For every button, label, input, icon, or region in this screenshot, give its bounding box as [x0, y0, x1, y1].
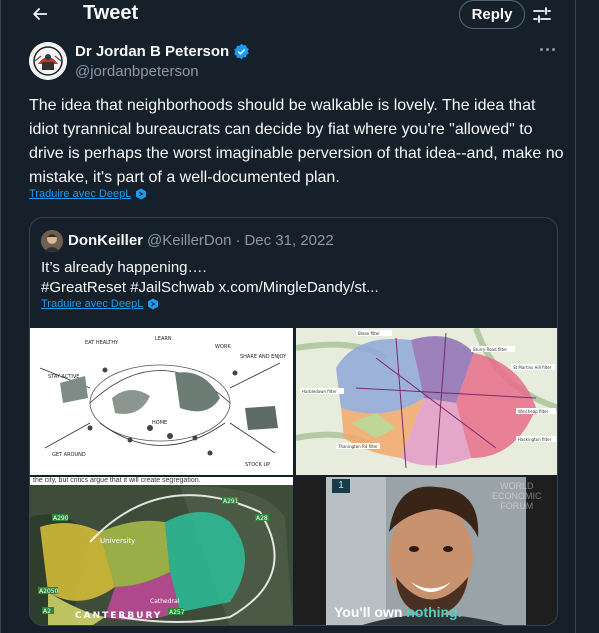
author-handle[interactable]: @jordanbpeterson	[75, 63, 199, 80]
illustration-label-get-around: GET AROUND	[52, 452, 86, 458]
map-label-hackington: Hackington filter	[518, 437, 552, 442]
road-label-a257: A257	[169, 609, 185, 616]
video-caption-highlight: nothing.	[406, 604, 462, 620]
video-caption: You'll own nothing.	[334, 604, 462, 620]
quote-text-line-2[interactable]: #GreatReset #JailSchwab x.com/MingleDand…	[41, 278, 551, 298]
media-image-zone-map[interactable]: Sturry Road filter St Martins Hill filte…	[296, 328, 557, 475]
media-image-video-still[interactable]: 1 WORLD ECONOMIC FORUM You'll own nothin…	[296, 477, 557, 625]
quote-header: DonKeiller @KeillerDon · Dec 31, 2022	[68, 232, 334, 249]
author-name[interactable]: Dr Jordan B Peterson	[75, 43, 229, 60]
quote-avatar-image	[41, 230, 63, 252]
deepl-icon	[148, 298, 159, 310]
left-border	[0, 0, 1, 633]
quote-author-handle[interactable]: @KeillerDon	[147, 232, 231, 249]
illustration-label-home: HOME	[152, 420, 167, 426]
quote-text-line-1: It’s already happening….	[41, 259, 207, 276]
watermark-line-2: ECONOMIC	[492, 491, 542, 501]
map-label-canterbury: CANTERBURY	[75, 611, 162, 621]
tweet-text: The idea that neighborhoods should be wa…	[29, 97, 564, 186]
road-label-a290: A290	[53, 515, 69, 522]
verified-badge-icon[interactable]	[233, 43, 250, 60]
road-label-a2050: A2050	[39, 588, 59, 595]
quote-separator: ·	[235, 232, 241, 249]
map-label-cathedral: Cathedral	[150, 598, 180, 605]
map-label-thanington: Thanington Rd filter	[337, 444, 378, 449]
map-label-st-martins: St Martins Hill filter	[513, 365, 552, 370]
map-label-university: University	[100, 537, 135, 545]
illustration-label-work: WORK	[215, 344, 231, 350]
media-image-city-illustration[interactable]: EAT HEALTHY LEARN WORK SHARE AND ENJOY S…	[30, 328, 293, 475]
deepl-icon	[136, 188, 147, 200]
quote-translate-label[interactable]: Traduire avec DeepL	[41, 298, 143, 310]
arrow-left-icon	[33, 8, 48, 20]
map-label-blean: Blean filter	[358, 331, 380, 336]
watermark-line-1: WORLD	[500, 481, 534, 491]
more-options-icon[interactable]	[540, 44, 558, 54]
scrollbar-track[interactable]	[576, 0, 599, 633]
illustration-label-share: SHARE AND ENJOY	[240, 354, 287, 360]
back-button[interactable]	[26, 0, 54, 28]
page-title: Tweet	[83, 2, 139, 24]
translate-link[interactable]: Traduire avec DeepL	[29, 188, 147, 200]
wef-watermark: WORLD ECONOMIC FORUM	[492, 481, 542, 511]
illustration-label-learn: LEARN	[155, 336, 172, 342]
watermark-line-3: FORUM	[500, 501, 534, 511]
quote-translate-link[interactable]: Traduire avec DeepL	[41, 298, 159, 310]
illustration-label-stay-active: STAY ACTIVE	[48, 374, 79, 380]
road-label-a291: A291	[223, 498, 239, 505]
video-badge: 1	[332, 479, 350, 493]
avatar-image	[29, 42, 67, 80]
quoted-tweet[interactable]: DonKeiller @KeillerDon · Dec 31, 2022 It…	[29, 217, 558, 626]
aerial-map-caption: the city, but critics argue that it will…	[30, 477, 293, 485]
tweet-header: Tweet Reply	[1, 0, 575, 30]
media-grid: EAT HEALTHY LEARN WORK SHARE AND ENJOY S…	[30, 328, 557, 625]
road-label-a28: A28	[256, 515, 268, 522]
author-name-row[interactable]: Dr Jordan B Peterson	[75, 43, 250, 60]
road-label-a2: A2	[43, 608, 51, 615]
avatar[interactable]	[29, 42, 67, 80]
illustration-label-eat: EAT HEALTHY	[85, 340, 119, 346]
city-illustration-image: EAT HEALTHY LEARN WORK SHARE AND ENJOY S…	[30, 328, 293, 475]
media-image-aerial-map[interactable]: A290 A28 A291 A2050 A257 A2 University C…	[30, 477, 293, 625]
map-label-sturry: Sturry Road filter	[473, 347, 507, 352]
video-caption-prefix: You'll own	[334, 604, 407, 620]
illustration-label-stock-up: STOCK UP	[245, 462, 270, 468]
zone-map-image: Sturry Road filter St Martins Hill filte…	[296, 328, 557, 475]
aerial-map-image: A290 A28 A291 A2050 A257 A2 University C…	[30, 477, 293, 625]
quote-date[interactable]: Dec 31, 2022	[244, 232, 333, 249]
sliders-icon[interactable]	[531, 4, 553, 26]
map-label-wincheap: Wincheap filter	[518, 409, 549, 414]
map-label-harbledown: Harbledown filter	[302, 389, 337, 394]
quote-author-name[interactable]: DonKeiller	[68, 232, 143, 249]
reply-button[interactable]: Reply	[459, 0, 525, 29]
translate-label[interactable]: Traduire avec DeepL	[29, 188, 131, 200]
quote-text: It’s already happening…. #GreatReset #Ja…	[41, 258, 551, 298]
quote-avatar[interactable]	[41, 230, 63, 252]
